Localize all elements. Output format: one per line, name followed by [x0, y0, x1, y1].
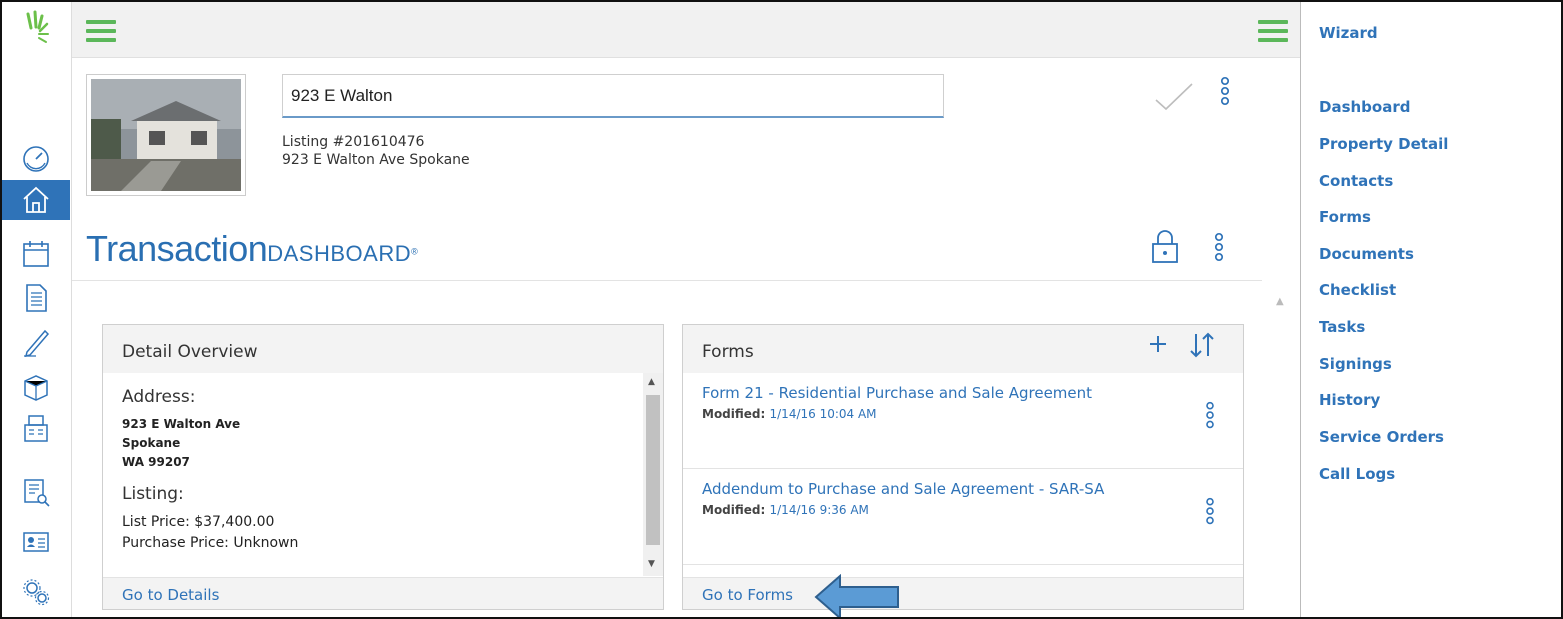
rail-packages[interactable]	[2, 366, 70, 406]
address-line-3: WA 99207	[122, 455, 190, 469]
brand-word-sub: DASHBOARD	[267, 241, 412, 266]
purchase-price: Purchase Price: Unknown	[122, 535, 299, 551]
go-to-details-link[interactable]: Go to Details	[103, 577, 663, 609]
address-label: Address:	[122, 387, 196, 407]
rail-signing[interactable]	[2, 322, 70, 362]
search-document-icon	[24, 479, 50, 507]
nav-documents[interactable]: Documents	[1319, 245, 1414, 263]
property-photo	[86, 74, 246, 196]
nav-service-orders[interactable]: Service Orders	[1319, 428, 1444, 446]
detail-scrollbar[interactable]: ▲ ▼	[643, 373, 663, 576]
form-title[interactable]: Addendum to Purchase and Sale Agreement …	[702, 479, 1132, 500]
gauge-icon	[23, 146, 49, 172]
nav-checklist[interactable]: Checklist	[1319, 281, 1396, 299]
brand-logo-icon	[26, 10, 49, 43]
modified-label: Modified:	[702, 503, 766, 517]
calendar-icon	[23, 241, 49, 267]
gears-icon	[23, 579, 50, 606]
nav-history[interactable]: History	[1319, 391, 1380, 409]
nav-signings[interactable]: Signings	[1319, 355, 1392, 373]
box-icon	[24, 375, 48, 401]
app-window: Listing #201610476 923 E Walton Ave Spok…	[0, 0, 1563, 619]
rail-documents[interactable]	[2, 278, 70, 318]
detail-overview-body: Address: 923 E Walton Ave Spokane WA 992…	[103, 373, 663, 576]
property-more-icon[interactable]	[1218, 76, 1232, 108]
nav-dashboard[interactable]: Dashboard	[1319, 98, 1410, 116]
transaction-dashboard-logo: TransactionDASHBOARD®	[86, 228, 418, 270]
listing-address: 923 E Walton Ave Spokane	[282, 152, 470, 168]
sort-icon[interactable]	[1188, 332, 1216, 358]
scroll-up-icon[interactable]: ▲	[1276, 296, 1284, 307]
modified-timestamp: 1/14/16 10:04 AM	[769, 407, 877, 421]
detail-overview-card: Detail Overview Address: 923 E Walton Av…	[102, 324, 664, 610]
rail-review[interactable]	[2, 472, 70, 512]
annotation-arrow-icon	[814, 574, 899, 617]
modified-label: Modified:	[702, 407, 766, 421]
rail-calendar[interactable]	[2, 234, 70, 274]
chevron-up-icon[interactable]: ▲	[648, 377, 655, 387]
form-more-icon[interactable]	[1203, 401, 1217, 431]
form-item[interactable]: Addendum to Purchase and Sale Agreement …	[683, 469, 1243, 565]
list-price: List Price: $37,400.00	[122, 514, 275, 530]
wizard-panel: Wizard Dashboard Property Detail Contact…	[1300, 2, 1561, 617]
form-title[interactable]: Form 21 - Residential Purchase and Sale …	[702, 383, 1132, 404]
house-photo-icon	[91, 79, 241, 191]
top-bar	[72, 2, 1300, 58]
form-more-icon[interactable]	[1203, 497, 1217, 527]
check-icon[interactable]	[1154, 82, 1194, 112]
lock-icon[interactable]	[1150, 230, 1180, 264]
form-modified: Modified: 1/14/16 9:36 AM	[702, 503, 1224, 517]
address-input[interactable]	[282, 74, 944, 118]
nav-property-detail[interactable]: Property Detail	[1319, 135, 1448, 153]
add-form-icon[interactable]	[1148, 334, 1168, 354]
pen-icon	[24, 329, 50, 357]
document-icon	[26, 284, 47, 312]
chevron-down-icon[interactable]: ▼	[648, 559, 655, 569]
address-line-2: Spokane	[122, 436, 181, 450]
scroll-thumb[interactable]	[646, 395, 660, 545]
nav-forms[interactable]: Forms	[1319, 208, 1371, 226]
home-icon	[23, 186, 49, 213]
rail-dashboard[interactable]	[2, 138, 70, 178]
forms-card: Forms Form 21 - Residential Purchase and…	[682, 324, 1244, 610]
form-item[interactable]: Form 21 - Residential Purchase and Sale …	[683, 373, 1243, 469]
menu-toggle-left[interactable]	[86, 20, 116, 42]
listing-number: Listing #201610476	[282, 134, 425, 150]
header-divider	[72, 280, 1262, 281]
main-scrollbar[interactable]: ▲	[1264, 292, 1298, 617]
form-modified: Modified: 1/14/16 10:04 AM	[702, 407, 1224, 421]
rail-settings[interactable]	[2, 572, 70, 612]
dashboard-more-icon[interactable]	[1212, 232, 1226, 264]
listing-label: Listing:	[122, 484, 184, 504]
rail-property[interactable]	[2, 180, 70, 220]
nav-tasks[interactable]: Tasks	[1319, 318, 1365, 336]
nav-contacts[interactable]: Contacts	[1319, 172, 1393, 190]
nav-call-logs[interactable]: Call Logs	[1319, 465, 1395, 483]
brand-reg-mark: ®	[411, 246, 418, 257]
contact-card-icon	[23, 532, 49, 552]
brand-word-main: Transaction	[86, 228, 268, 269]
fax-icon	[24, 415, 48, 442]
rail-fax[interactable]	[2, 408, 70, 448]
go-to-forms-link[interactable]: Go to Forms	[683, 577, 1243, 609]
rail-contacts[interactable]	[2, 522, 70, 562]
modified-timestamp: 1/14/16 9:36 AM	[769, 503, 869, 517]
detail-overview-title: Detail Overview	[103, 325, 663, 373]
menu-toggle-right[interactable]	[1258, 20, 1288, 42]
address-line-1: 923 E Walton Ave	[122, 417, 241, 431]
left-icon-rail	[2, 2, 72, 617]
wizard-title[interactable]: Wizard	[1319, 24, 1378, 42]
